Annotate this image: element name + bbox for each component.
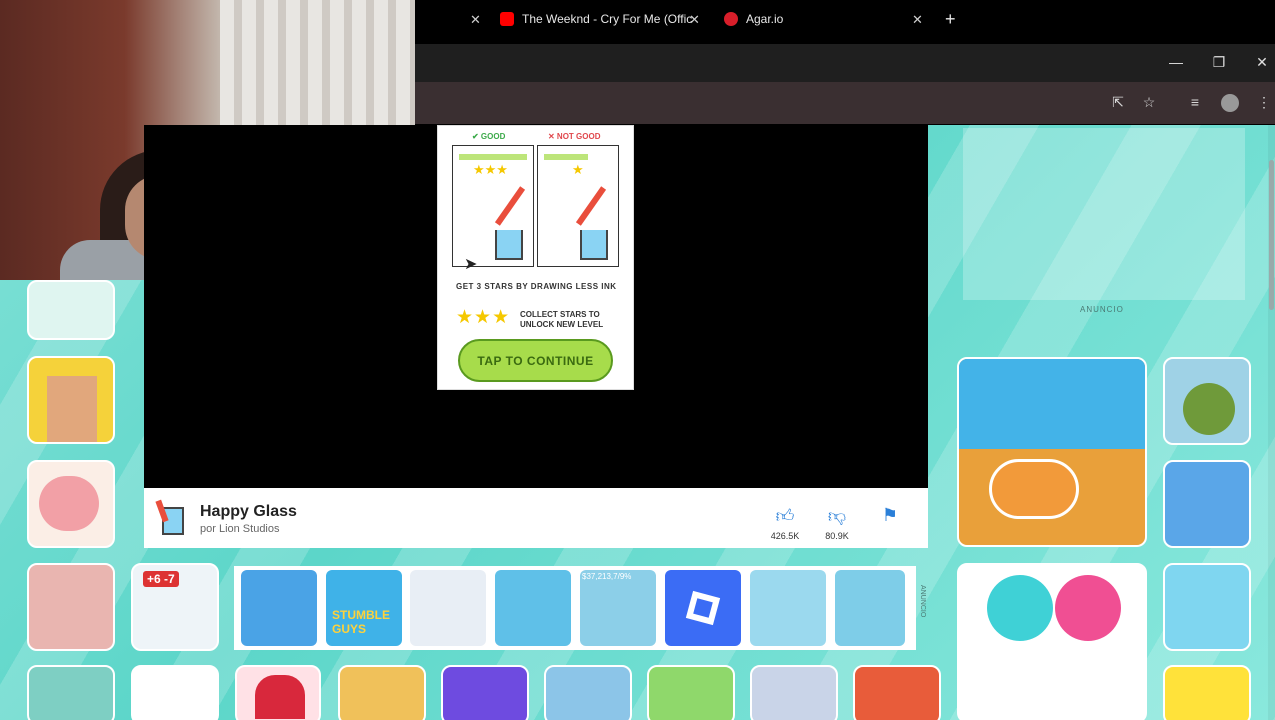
collect-text: COLLECT STARS TO UNLOCK NEW LEVEL xyxy=(520,310,604,329)
ink-bar xyxy=(544,154,588,160)
bad-example-panel: ★ xyxy=(537,145,619,267)
restore-button[interactable]: ❐ xyxy=(1209,54,1229,71)
scrollbar-thumb[interactable] xyxy=(1269,160,1274,310)
game-tile-water-sort[interactable] xyxy=(750,665,838,720)
three-stars: ★★★ xyxy=(456,307,511,328)
game-tile-makeup[interactable] xyxy=(27,563,115,651)
tab-bar xyxy=(415,44,1275,82)
game-title: Happy Glass xyxy=(200,503,297,520)
close-window-button[interactable]: ✕ xyxy=(1252,54,1272,71)
dislike-count: 80.9K xyxy=(825,531,849,541)
agario-icon xyxy=(724,12,738,26)
water-area xyxy=(959,359,1145,449)
strip-tile-paint[interactable] xyxy=(410,570,486,646)
dislike-button[interactable]: 👎︎ 80.9K xyxy=(820,505,854,541)
pink-ball-icon xyxy=(1055,575,1121,641)
price-text: $37,213,7/9% xyxy=(582,572,632,581)
strip-tile-garden[interactable] xyxy=(750,570,826,646)
report-flag-button[interactable]: ⚑ xyxy=(880,505,900,526)
mouse-cursor: ➤ xyxy=(464,256,478,273)
game-tile-tictactoe[interactable] xyxy=(338,665,426,720)
stumble-guys-logo: STUMBLE GUYS xyxy=(332,608,390,636)
snake-block xyxy=(47,376,97,442)
happy-glass-icon xyxy=(155,499,184,535)
plus-minus-badge: +6 -7 xyxy=(143,571,179,587)
youtube-icon xyxy=(500,12,514,26)
fish-icon xyxy=(989,459,1079,519)
not-good-label: ✕ NOT GOOD xyxy=(548,132,601,141)
media-icon[interactable]: ≡ xyxy=(1187,94,1203,110)
ad-banner[interactable] xyxy=(963,128,1245,300)
glass-icon xyxy=(580,230,608,260)
game-tile-fruit-ninja[interactable] xyxy=(853,665,941,720)
good-label: ✔ GOOD xyxy=(472,132,506,141)
heart-icon xyxy=(255,675,305,719)
watermelon-icon xyxy=(1183,383,1235,435)
game-tile-hotel[interactable] xyxy=(1163,460,1251,548)
game-tile-count-runner[interactable]: +6 -7 xyxy=(131,563,219,651)
flag-icon: ⚑ xyxy=(881,505,899,525)
star-rating: ★ xyxy=(572,162,584,177)
strip-tile-toca[interactable] xyxy=(835,570,905,646)
minimize-button[interactable]: — xyxy=(1166,54,1186,70)
pen-icon xyxy=(494,186,526,226)
good-example-panel: ★★★ xyxy=(452,145,534,267)
game-tile-snake[interactable] xyxy=(27,356,115,444)
strip-ad-label: ANUNCIO xyxy=(919,585,926,618)
tab-title: Agar.io xyxy=(746,12,784,26)
menu-icon[interactable]: ⋮ xyxy=(1256,94,1272,110)
game-tile-apple[interactable] xyxy=(1163,563,1251,651)
screen: ✕ The Weeknd - Cry For Me (Offic ✕ Agar.… xyxy=(0,0,1275,720)
strip-tile-chili[interactable] xyxy=(495,570,571,646)
strip-tile-agent[interactable] xyxy=(241,570,317,646)
install-icon[interactable]: ⇱ xyxy=(1110,94,1126,110)
star-rating: ★★★ xyxy=(473,162,508,177)
blue-ball-icon xyxy=(987,575,1053,641)
profile-icon[interactable] xyxy=(1221,94,1239,112)
new-tab-button[interactable]: + xyxy=(945,0,956,38)
strip-tile-money[interactable]: $37,213,7/9% xyxy=(580,570,656,646)
game-publisher: por Lion Studios xyxy=(200,523,280,535)
game-tile-fish-rescue[interactable] xyxy=(957,357,1147,547)
ad-label: ANUNCIO xyxy=(1080,305,1124,314)
game-tile-yellow[interactable] xyxy=(1163,665,1251,720)
tab-youtube[interactable]: The Weeknd - Cry For Me (Offic xyxy=(500,0,710,38)
game-tile-maze[interactable] xyxy=(27,665,115,720)
game-tile-knife[interactable] xyxy=(544,665,632,720)
brain-icon xyxy=(39,476,99,531)
thumbs-down-icon: 👎︎ xyxy=(827,506,847,526)
like-button[interactable]: 👍︎ 426.5K xyxy=(768,505,802,541)
game-tile-love-balls[interactable] xyxy=(957,563,1147,720)
strip-tile-stumble-guys[interactable]: STUMBLE GUYS xyxy=(326,570,402,646)
pen-icon xyxy=(575,186,607,226)
game-tile-heart[interactable] xyxy=(235,665,321,720)
game-tile-prison[interactable] xyxy=(131,665,219,720)
star-icon[interactable]: ☆ xyxy=(1141,94,1157,110)
strip-tile-roblox[interactable] xyxy=(665,570,741,646)
thumbs-up-icon: 👍︎ xyxy=(775,506,795,526)
roblox-icon xyxy=(685,590,721,626)
game-tile-fruit-watermelon[interactable] xyxy=(1163,357,1251,445)
tab-title: The Weeknd - Cry For Me (Offic xyxy=(522,12,693,26)
game-tile-stickman[interactable] xyxy=(441,665,529,720)
game-tile-fruit-merge[interactable] xyxy=(647,665,735,720)
tab-agario[interactable]: Agar.io xyxy=(724,0,904,38)
game-tile-phone[interactable] xyxy=(27,280,115,340)
tap-to-continue-button[interactable]: TAP TO CONTINUE xyxy=(458,339,613,382)
like-count: 426.5K xyxy=(770,531,800,541)
ink-bar xyxy=(459,154,527,160)
glass-icon xyxy=(495,230,523,260)
game-tile-brain[interactable] xyxy=(27,460,115,548)
hint-text: GET 3 STARS BY DRAWING LESS INK xyxy=(456,282,617,291)
